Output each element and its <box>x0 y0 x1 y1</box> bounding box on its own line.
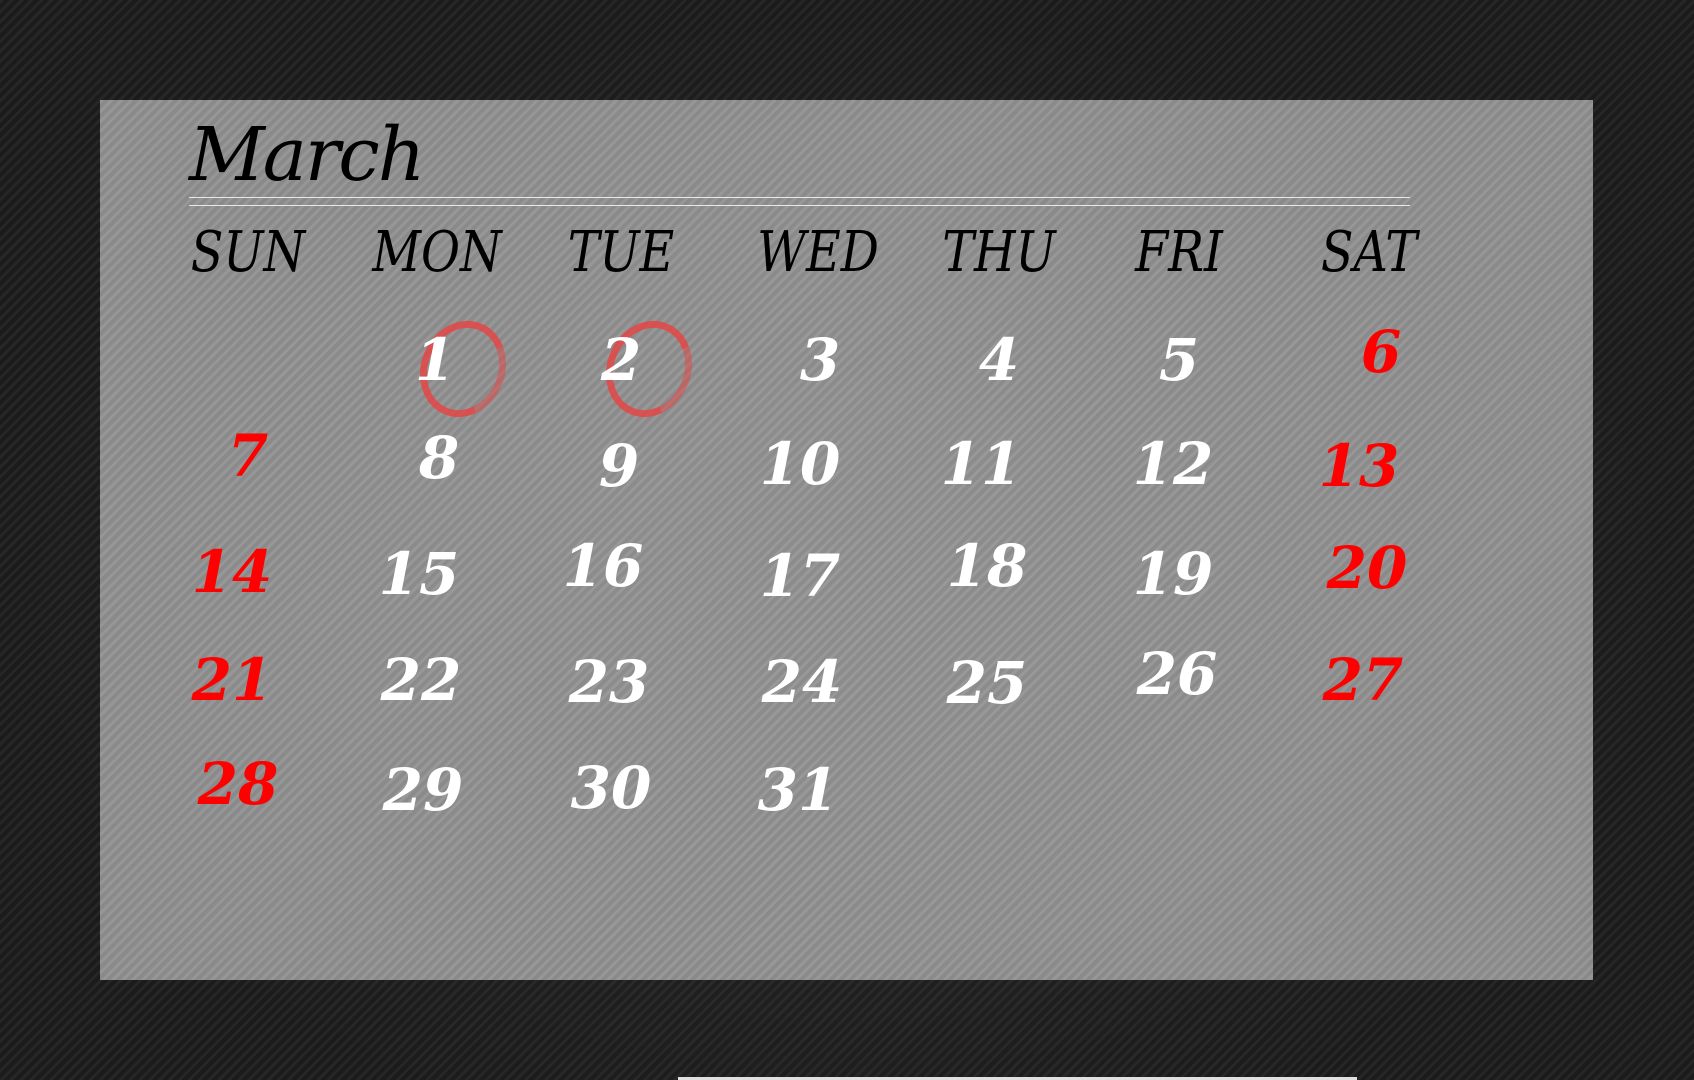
day-1[interactable]: 1 <box>375 325 495 395</box>
day-23[interactable]: 23 <box>549 647 669 717</box>
day-6[interactable]: 6 <box>1321 317 1441 387</box>
day-30[interactable]: 30 <box>551 753 671 823</box>
title-divider-bottom <box>189 205 1410 206</box>
weekday-sun: SUN <box>190 220 306 285</box>
day-9[interactable]: 9 <box>559 431 679 501</box>
month-title: March <box>189 112 425 198</box>
day-29[interactable]: 29 <box>363 755 483 825</box>
weekday-fri: FRI <box>1135 220 1223 285</box>
day-10[interactable]: 10 <box>740 429 860 499</box>
day-28[interactable]: 28 <box>178 749 298 819</box>
day-7[interactable]: 7 <box>188 421 308 491</box>
day-11[interactable]: 11 <box>921 429 1041 499</box>
day-13[interactable]: 13 <box>1299 431 1419 501</box>
day-12[interactable]: 12 <box>1113 429 1233 499</box>
title-divider-top <box>189 197 1410 198</box>
day-2[interactable]: 2 <box>561 325 681 395</box>
day-8[interactable]: 8 <box>379 423 499 493</box>
day-18[interactable]: 18 <box>927 531 1047 601</box>
day-5[interactable]: 5 <box>1119 325 1239 395</box>
day-26[interactable]: 26 <box>1117 639 1237 709</box>
weekday-thu: THU <box>942 220 1056 285</box>
weekday-sat: SAT <box>1320 220 1418 285</box>
day-31[interactable]: 31 <box>738 755 858 825</box>
weekday-mon: MON <box>372 220 502 285</box>
day-20[interactable]: 20 <box>1307 533 1427 603</box>
day-14[interactable]: 14 <box>172 537 292 607</box>
weekday-wed: WED <box>757 220 879 285</box>
day-19[interactable]: 19 <box>1113 539 1233 609</box>
day-4[interactable]: 4 <box>939 325 1059 395</box>
day-22[interactable]: 22 <box>361 645 481 715</box>
day-15[interactable]: 15 <box>359 539 479 609</box>
day-25[interactable]: 25 <box>927 648 1047 718</box>
day-21[interactable]: 21 <box>172 645 292 715</box>
day-17[interactable]: 17 <box>740 541 860 611</box>
day-27[interactable]: 27 <box>1303 645 1423 715</box>
weekday-tue: TUE <box>567 220 675 285</box>
day-16[interactable]: 16 <box>543 531 663 601</box>
day-3[interactable]: 3 <box>760 325 880 395</box>
day-24[interactable]: 24 <box>742 647 862 717</box>
